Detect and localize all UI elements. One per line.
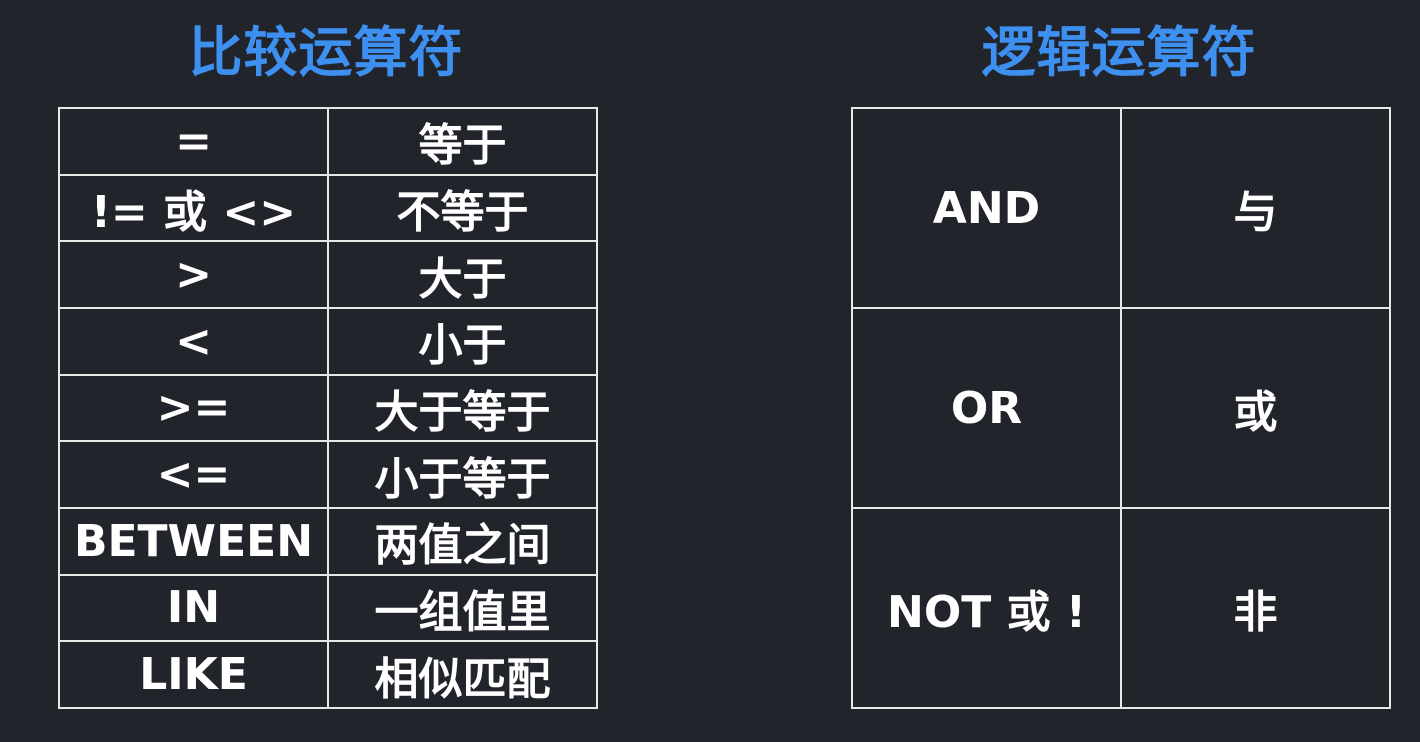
table-row: < 小于 [58, 306, 598, 376]
operator-cell: = [58, 107, 329, 176]
operator-cell: BETWEEN [58, 506, 329, 576]
meaning-cell: 大于等于 [327, 373, 598, 443]
operator-cell: >= [58, 373, 329, 443]
operator-cell: <= [58, 440, 329, 509]
meaning-cell: 大于 [327, 240, 598, 309]
table-row: NOT 或 ! 非 [851, 507, 1391, 709]
meaning-cell: 小于等于 [327, 440, 598, 509]
meaning-cell: 非 [1120, 507, 1391, 709]
logical-operators-title: 逻辑运算符 [981, 21, 1257, 84]
meaning-cell: 相似匹配 [327, 640, 598, 709]
table-row: BETWEEN 两值之间 [58, 506, 598, 576]
meaning-cell: 小于 [327, 306, 598, 376]
operator-cell: < [58, 306, 329, 376]
table-row: IN 一组值里 [58, 573, 598, 643]
table-row: AND 与 [851, 107, 1391, 309]
comparison-operators-title: 比较运算符 [188, 21, 464, 84]
table-row: != 或 <> 不等于 [58, 173, 598, 243]
table-row: LIKE 相似匹配 [58, 640, 598, 709]
meaning-cell: 与 [1120, 107, 1391, 309]
operator-cell: IN [58, 573, 329, 643]
comparison-operators-table: = 等于 != 或 <> 不等于 > 大于 < 小于 >= 大于等于 <= 小于… [58, 107, 598, 709]
operator-cell: > [58, 240, 329, 309]
operator-cell: AND [851, 107, 1122, 309]
meaning-cell: 一组值里 [327, 573, 598, 643]
logical-operators-table: AND 与 OR 或 NOT 或 ! 非 [851, 107, 1391, 709]
meaning-cell: 两值之间 [327, 506, 598, 576]
table-row: <= 小于等于 [58, 440, 598, 509]
operator-cell: LIKE [58, 640, 329, 709]
table-row: = 等于 [58, 107, 598, 176]
table-row: > 大于 [58, 240, 598, 309]
meaning-cell: 或 [1120, 307, 1391, 509]
table-row: >= 大于等于 [58, 373, 598, 443]
meaning-cell: 等于 [327, 107, 598, 176]
operator-cell: != 或 <> [58, 173, 329, 243]
meaning-cell: 不等于 [327, 173, 598, 243]
operator-cell: NOT 或 ! [851, 507, 1122, 709]
table-row: OR 或 [851, 307, 1391, 509]
operator-cell: OR [851, 307, 1122, 509]
